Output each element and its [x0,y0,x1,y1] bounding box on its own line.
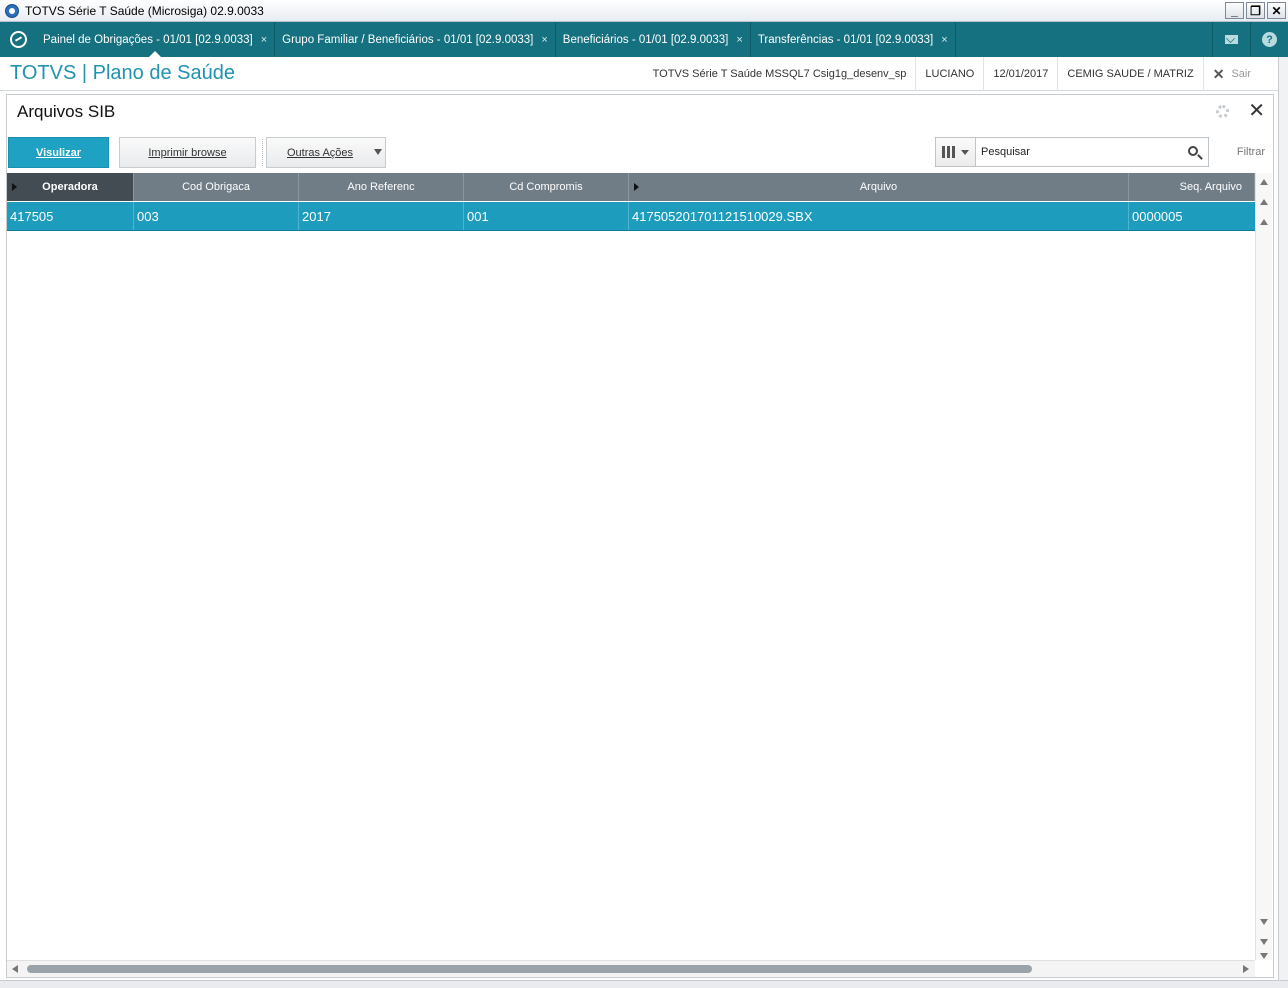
column-selector-button[interactable] [936,138,976,166]
scroll-down-icon[interactable] [1260,953,1268,959]
table-row[interactable]: 417505 003 2017 001 41750520170112151002… [7,202,1255,231]
column-header-cd-compromis[interactable]: Cd Compromis [464,173,629,201]
app-header: TOTVS | Plano de Saúde TOTVS Série T Saú… [0,57,1288,91]
column-label: Ano Referenc [347,181,415,193]
horizontal-scroll-thumb[interactable] [27,965,1032,973]
column-label: Seq. Arquivo [1179,181,1242,193]
tab-label: Grupo Familiar / Beneficiários - 01/01 [… [282,33,534,46]
window-title: TOTVS Série T Saúde (Microsiga) 02.9.003… [25,3,264,18]
help-button[interactable]: ? [1250,22,1288,57]
user-label: LUCIANO [915,57,983,91]
cell-arquivo: 417505201701121510029.SBX [629,202,1129,230]
home-icon [9,31,27,48]
scroll-page-up-icon[interactable] [1260,199,1268,205]
search-box [935,137,1209,167]
window-edge [1278,57,1288,988]
visualizar-label: Visulizar [35,146,82,159]
company-label: CEMIG SAUDE / MATRIZ [1057,57,1202,91]
chevron-down-icon [961,149,969,155]
tab-transferencias[interactable]: Transferências - 01/01 [02.9.0033] × [751,22,956,57]
vertical-scrollbar[interactable] [1255,173,1272,960]
column-header-operadora[interactable]: Operadora [7,173,134,201]
expand-icon [634,183,639,191]
visualizar-button[interactable]: Visulizar [8,137,109,168]
tab-label: Transferências - 01/01 [02.9.0033] [757,33,934,46]
scroll-right-icon[interactable] [1243,965,1249,973]
page-title: Arquivos SIB [17,102,116,121]
arquivos-sib-panel: Arquivos SIB ✕ Visulizar Imprimir browse… [6,94,1274,978]
scroll-bottom-icon[interactable] [1260,919,1268,925]
imprimir-browse-button[interactable]: Imprimir browse [119,137,256,168]
horizontal-scrollbar[interactable] [7,960,1255,977]
tab-close-icon[interactable]: × [261,34,267,46]
scroll-top-icon[interactable] [1260,219,1268,225]
tab-grupo-familiar[interactable]: Grupo Familiar / Beneficiários - 01/01 [… [275,22,556,57]
tab-beneficiarios[interactable]: Beneficiários - 01/01 [02.9.0033] × [556,22,751,57]
column-label: Cd Compromis [509,181,583,193]
home-button[interactable] [0,22,36,57]
close-window-button[interactable]: ✕ [1267,2,1286,19]
toolbar-divider [262,139,263,166]
environment-label: TOTVS Série T Saúde MSSQL7 Csig1g_desenv… [652,68,907,80]
date-label: 12/01/2017 [983,57,1057,91]
tab-bar: Painel de Obrigações - 01/01 [02.9.0033]… [0,22,1288,57]
chevron-down-icon [374,149,382,155]
scroll-up-icon[interactable] [1260,179,1268,185]
brand-title: TOTVS | Plano de Saúde [10,62,235,84]
grid-header: Operadora Cod Obrigaca Ano Referenc Cd C… [7,173,1255,201]
cell-seq-arquivo: 0000005 [1132,208,1183,224]
column-label: Arquivo [859,181,898,193]
session-info: TOTVS Série T Saúde MSSQL7 Csig1g_desenv… [644,57,1260,91]
imprimir-label: Imprimir browse [148,146,227,159]
scroll-left-icon[interactable] [12,965,18,973]
search-input[interactable] [976,146,1176,158]
scroll-page-down-icon[interactable] [1260,939,1268,945]
column-label: Cod Obrigaca [182,181,250,193]
tab-close-icon[interactable]: × [541,34,547,46]
close-icon: ✕ [1212,65,1225,82]
columns-icon [942,146,955,158]
tab-painel-obrigacoes[interactable]: Painel de Obrigações - 01/01 [02.9.0033]… [36,22,276,57]
tab-label: Beneficiários - 01/01 [02.9.0033] [562,33,729,46]
help-icon: ? [1262,32,1277,47]
cell-cod-obrigaca: 003 [134,202,299,230]
column-header-arquivo[interactable]: Arquivo [629,173,1129,201]
tab-close-icon[interactable]: × [736,34,742,46]
cell-ano-referenc: 2017 [299,202,464,230]
mail-icon [1225,35,1238,44]
cell-cd-compromis: 001 [464,202,629,230]
window-title-bar: TOTVS Série T Saúde (Microsiga) 02.9.003… [0,0,1288,22]
column-header-seq-arquivo[interactable]: Seq. Arquivo [1129,173,1255,201]
app-icon [5,3,19,18]
close-panel-button[interactable]: ✕ [1248,98,1265,123]
cell-operadora: 417505 [7,202,134,230]
data-grid: Operadora Cod Obrigaca Ano Referenc Cd C… [7,173,1255,960]
taskbar-edge [0,980,1288,988]
column-header-ano-referenc[interactable]: Ano Referenc [299,173,464,201]
tab-label: Painel de Obrigações - 01/01 [02.9.0033] [43,33,253,46]
tabbar-actions: ? [1212,22,1288,57]
outras-acoes-label: Outras Ações [287,146,354,159]
gear-icon[interactable] [1216,105,1229,118]
column-header-cod-obrigaca[interactable]: Cod Obrigaca [134,173,299,201]
tab-close-icon[interactable]: × [941,34,947,46]
outras-acoes-button[interactable]: Outras Ações [266,137,386,168]
row-marker-icon [12,183,17,191]
filtrar-link[interactable]: Filtrar [1237,146,1265,158]
search-icon[interactable] [1188,146,1198,156]
restore-button[interactable]: ❐ [1246,2,1265,19]
sair-button[interactable]: ✕ Sair [1202,57,1260,91]
window-controls: _ ❐ ✕ [1225,2,1286,19]
minimize-button[interactable]: _ [1225,2,1244,19]
column-label: Operadora [42,181,98,193]
mail-button[interactable] [1212,22,1250,57]
sair-label: Sair [1231,68,1251,80]
